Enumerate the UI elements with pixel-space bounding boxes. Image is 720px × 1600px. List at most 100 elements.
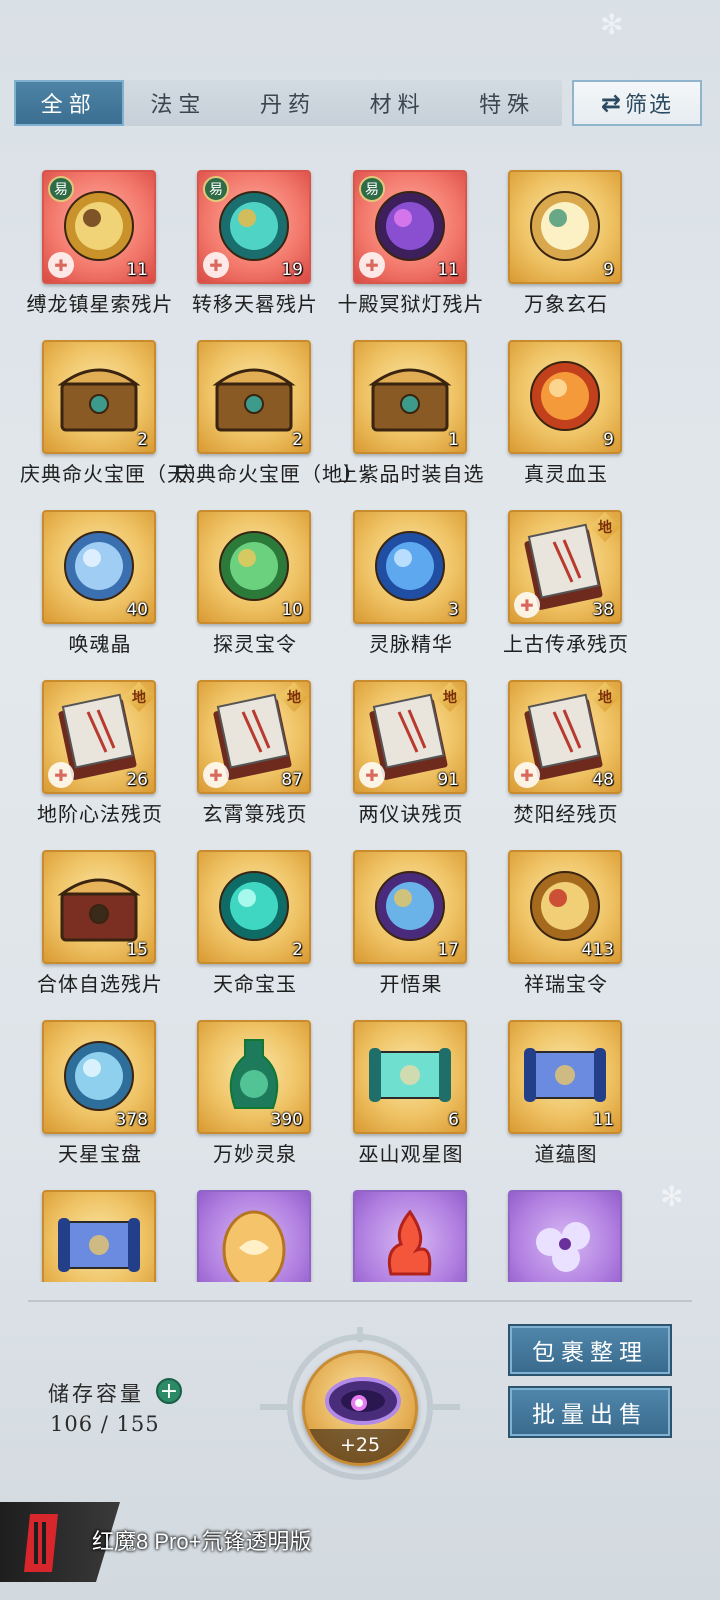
item-card[interactable] <box>42 1190 156 1282</box>
item-card[interactable]: 9 <box>508 170 622 284</box>
tradable-badge: 易 <box>203 176 229 202</box>
inventory-item[interactable]: 易 ✚ 11 十殿冥狱灯残片 <box>331 160 491 330</box>
organize-bag-button[interactable]: 包裹整理 <box>510 1326 670 1374</box>
inventory-item[interactable] <box>175 1180 335 1282</box>
item-card[interactable]: 地 ✚ 87 <box>197 680 311 794</box>
inventory-item[interactable]: 地 ✚ 87 玄霄箓残页 <box>175 670 335 840</box>
item-card[interactable]: 11 <box>508 1020 622 1134</box>
tab-materials[interactable]: 材料 <box>343 80 453 126</box>
item-card[interactable]: 地 ✚ 38 <box>508 510 622 624</box>
bulk-sell-button[interactable]: 批量出售 <box>510 1388 670 1436</box>
inventory-item[interactable]: 15 合体自选残片 <box>20 840 180 1010</box>
inventory-item[interactable] <box>331 1180 491 1282</box>
item-name: 万妙灵泉 <box>213 1142 297 1166</box>
item-name: 上紫品时装自选 <box>337 462 485 486</box>
swap-arrows-icon: ⇄ <box>600 89 621 117</box>
storage-label: 储存容量 <box>48 1382 144 1406</box>
item-card[interactable]: 易 ✚ 19 <box>197 170 311 284</box>
inventory-item[interactable]: 9 万象玄石 <box>486 160 646 330</box>
inventory-item[interactable]: 17 开悟果 <box>331 840 491 1010</box>
inventory-item[interactable]: 10 探灵宝令 <box>175 500 335 670</box>
fragment-puzzle-icon: ✚ <box>359 762 385 788</box>
expansion-bonus: +25 <box>305 1429 415 1463</box>
item-name: 万象玄石 <box>524 292 608 316</box>
item-name: 巫山观星图 <box>358 1142 464 1166</box>
inventory-item[interactable]: 2 天命宝玉 <box>175 840 335 1010</box>
flower-icon <box>536 1222 590 1272</box>
item-name: 两仪诀残页 <box>358 802 464 826</box>
item-count: 11 <box>592 1110 614 1130</box>
item-card[interactable]: 40 <box>42 510 156 624</box>
item-card[interactable]: 390 <box>197 1020 311 1134</box>
inventory-item[interactable]: 易 ✚ 11 缚龙镇星索残片 <box>20 160 180 330</box>
item-card[interactable] <box>197 1190 311 1282</box>
fragment-puzzle-icon: ✚ <box>48 252 74 278</box>
item-count: 11 <box>437 260 459 280</box>
item-count: 17 <box>437 940 459 960</box>
inventory-item[interactable]: 地 ✚ 26 地阶心法残页 <box>20 670 180 840</box>
item-card[interactable]: 地 ✚ 26 <box>42 680 156 794</box>
item-card[interactable]: 10 <box>197 510 311 624</box>
inventory-item[interactable] <box>20 1180 180 1282</box>
item-card[interactable]: 2 <box>197 340 311 454</box>
item-card[interactable]: 2 <box>42 340 156 454</box>
fragment-puzzle-icon: ✚ <box>514 592 540 618</box>
item-card[interactable]: 地 ✚ 91 <box>353 680 467 794</box>
inventory-grid[interactable]: 易 ✚ 11 缚龙镇星索残片 易 ✚ 1 9 转移天晷残片 易 ✚ 11 十殿冥狱灯残片 9 万象玄石… <box>0 160 720 1282</box>
tab-all[interactable]: 全部 <box>14 80 124 126</box>
fragment-puzzle-icon: ✚ <box>203 252 229 278</box>
inventory-item[interactable]: 3 灵脉精华 <box>331 500 491 670</box>
inventory-item[interactable]: 11 道蕴图 <box>486 1010 646 1180</box>
item-name: 转移天晷残片 <box>192 292 318 316</box>
expand-storage-plus-icon[interactable]: + <box>156 1378 182 1404</box>
item-count: 10 <box>281 600 303 620</box>
item-card[interactable]: 2 <box>197 850 311 964</box>
storage-expansion-item[interactable]: +25 <box>302 1350 418 1466</box>
inventory-item[interactable]: 413 祥瑞宝令 <box>486 840 646 1010</box>
item-count: 3 <box>448 600 459 620</box>
inventory-item[interactable]: 6 巫山观星图 <box>331 1010 491 1180</box>
tab-special[interactable]: 特殊 <box>452 80 562 126</box>
inventory-item[interactable]: 378 天星宝盘 <box>20 1010 180 1180</box>
item-count: 38 <box>592 600 614 620</box>
item-card[interactable]: 378 <box>42 1020 156 1134</box>
item-card[interactable]: 413 <box>508 850 622 964</box>
item-name: 合体自选残片 <box>37 972 163 996</box>
inventory-item[interactable]: 1 上紫品时装自选 <box>331 330 491 500</box>
inventory-item[interactable]: 易 ✚ 19 转移天晷残片 <box>175 160 335 330</box>
item-card[interactable]: 6 <box>353 1020 467 1134</box>
item-count: 1 <box>448 430 459 450</box>
filter-button[interactable]: ⇄ 筛选 <box>572 80 702 126</box>
inventory-item[interactable] <box>486 1180 646 1282</box>
inventory-item[interactable]: 2 庆典命火宝匣（天） <box>20 330 208 500</box>
inventory-item[interactable]: 地 ✚ 91 两仪诀残页 <box>331 670 491 840</box>
item-card[interactable]: 3 <box>353 510 467 624</box>
divider <box>28 1300 692 1302</box>
item-name: 玄霄箓残页 <box>202 802 308 826</box>
inventory-item[interactable]: 9 真灵血玉 <box>486 330 646 500</box>
item-count: 15 <box>126 940 148 960</box>
item-name: 灵脉精华 <box>369 632 453 656</box>
item-card[interactable]: 易 ✚ 11 <box>42 170 156 284</box>
item-card[interactable]: 9 <box>508 340 622 454</box>
item-name: 缚龙镇星索残片 <box>26 292 174 316</box>
inventory-item[interactable]: 40 唤魂晶 <box>20 500 180 670</box>
fragment-puzzle-icon: ✚ <box>203 762 229 788</box>
tab-treasure[interactable]: 法宝 <box>124 80 234 126</box>
item-card[interactable]: 1 <box>353 340 467 454</box>
item-card[interactable] <box>508 1190 622 1282</box>
item-count: 2 <box>137 430 148 450</box>
item-count: 6 <box>448 1110 459 1130</box>
inventory-item[interactable]: 地 ✚ 38 上古传承残页 <box>486 500 646 670</box>
item-card[interactable]: 地 ✚ 48 <box>508 680 622 794</box>
inventory-item[interactable]: 2 庆典命火宝匣（地） <box>175 330 363 500</box>
item-count: 2 <box>292 940 303 960</box>
item-card[interactable]: 易 ✚ 11 <box>353 170 467 284</box>
inventory-item[interactable]: 390 万妙灵泉 <box>175 1010 335 1180</box>
item-card[interactable]: 17 <box>353 850 467 964</box>
item-name: 道蕴图 <box>534 1142 598 1166</box>
item-card[interactable] <box>353 1190 467 1282</box>
tab-pills[interactable]: 丹药 <box>233 80 343 126</box>
inventory-item[interactable]: 地 ✚ 48 焚阳经残页 <box>486 670 646 840</box>
item-card[interactable]: 15 <box>42 850 156 964</box>
